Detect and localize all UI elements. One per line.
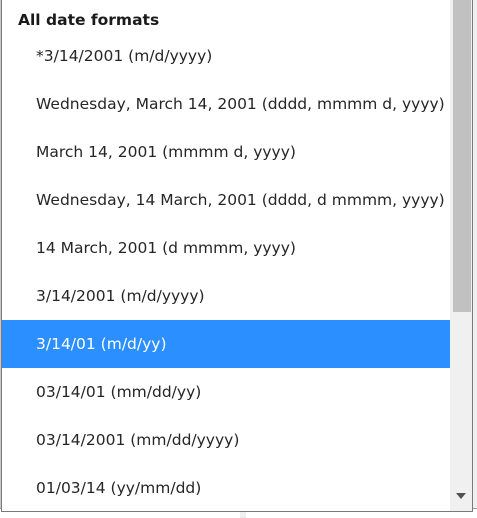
- group-header: All date formats: [18, 11, 160, 29]
- date-format-option[interactable]: 01/03/14 (yy/mm/dd): [2, 464, 450, 511]
- date-format-list: All date formats *3/14/2001 (m/d/yyyy) W…: [2, 0, 450, 511]
- vertical-scrollbar[interactable]: [450, 0, 472, 511]
- scroll-down-arrow-icon[interactable]: [456, 493, 466, 499]
- date-format-option-selected[interactable]: 3/14/01 (m/d/yy): [2, 320, 450, 368]
- date-format-option[interactable]: Wednesday, March 14, 2001 (dddd, mmmm d,…: [2, 80, 450, 128]
- date-format-option[interactable]: *3/14/2001 (m/d/yyyy): [2, 32, 450, 80]
- date-format-option[interactable]: 03/14/2001 (mm/dd/yyyy): [2, 416, 450, 464]
- date-format-dropdown[interactable]: All date formats *3/14/2001 (m/d/yyyy) W…: [1, 0, 473, 512]
- date-format-option[interactable]: 3/14/2001 (m/d/yyyy): [2, 272, 450, 320]
- date-format-option[interactable]: 14 March, 2001 (d mmmm, yyyy): [2, 224, 450, 272]
- date-format-option[interactable]: Wednesday, 14 March, 2001 (dddd, d mmmm,…: [2, 176, 450, 224]
- scrollbar-thumb[interactable]: [453, 0, 471, 312]
- date-format-option[interactable]: 03/14/01 (mm/dd/yy): [2, 368, 450, 416]
- date-format-option[interactable]: March 14, 2001 (mmmm d, yyyy): [2, 128, 450, 176]
